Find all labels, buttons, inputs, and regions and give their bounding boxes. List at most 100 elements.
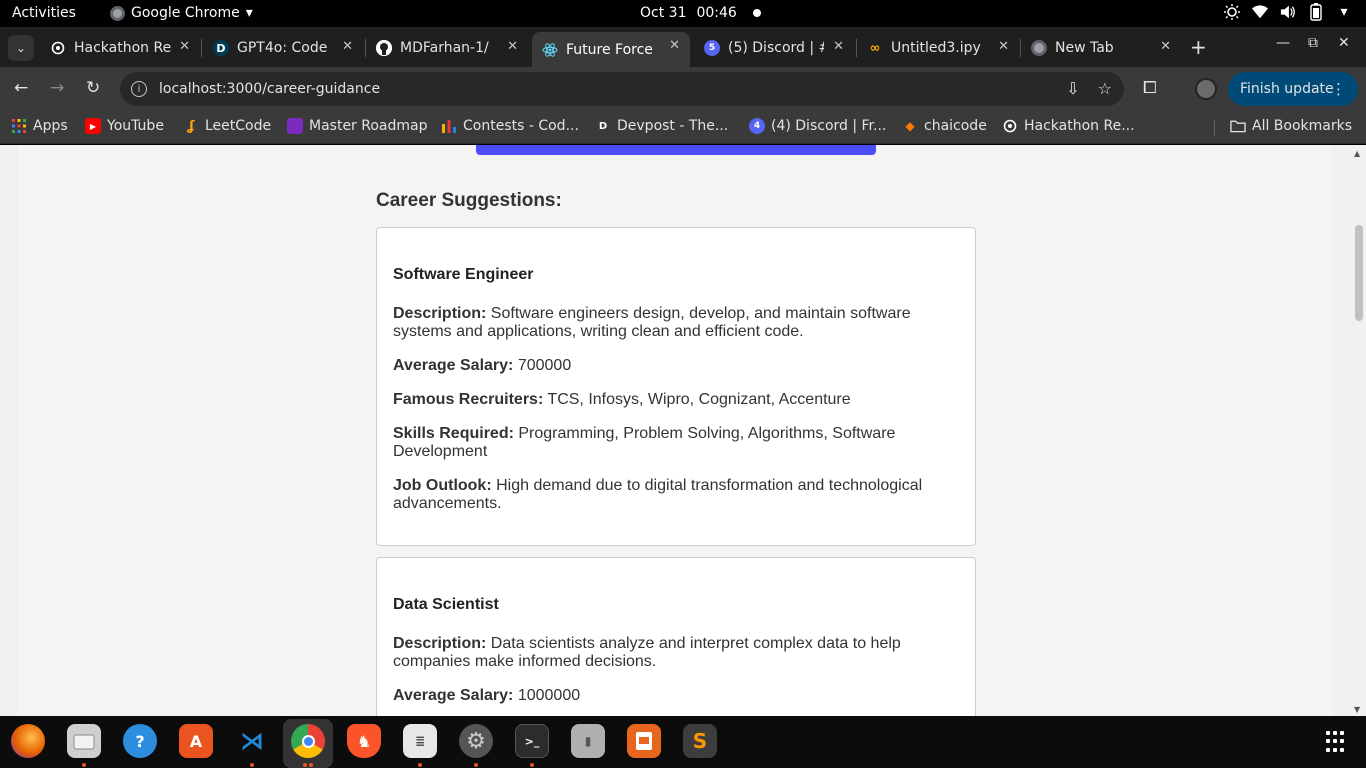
colab-icon: ∞ (869, 40, 881, 56)
reload-button[interactable]: ↻ (86, 78, 100, 98)
battery-icon (1308, 3, 1324, 21)
bookmark-contests[interactable]: Contests - Cod... (441, 118, 579, 134)
bookmark-label: Devpost - The... (617, 118, 729, 134)
activities-button[interactable]: Activities (12, 5, 76, 21)
career-card: Software Engineer Description: Software … (376, 227, 976, 546)
tab-gpt4o[interactable]: D GPT4o: Code ✕ (203, 33, 363, 63)
running-indicator (303, 763, 307, 767)
bookmark-youtube[interactable]: ▶ YouTube (85, 118, 164, 134)
openai-icon (50, 40, 66, 56)
scroll-down-icon[interactable]: ▼ (1354, 705, 1360, 714)
bookmark-discord[interactable]: 4 (4) Discord | Fr... (749, 118, 886, 134)
field-label: Skills Required: (393, 425, 514, 442)
scroll-up-icon[interactable]: ▲ (1354, 149, 1360, 158)
files-icon[interactable] (67, 724, 101, 758)
field-label: Description: (393, 635, 487, 652)
chaicode-icon: ◆ (905, 119, 915, 133)
settings-icon[interactable]: ⚙ (459, 724, 493, 758)
bookmark-devpost[interactable]: D Devpost - The... (595, 118, 728, 134)
bookmark-all-bookmarks[interactable]: All Bookmarks (1230, 118, 1352, 134)
extensions-icon[interactable]: ⧠ (1143, 78, 1157, 98)
close-icon[interactable]: ✕ (998, 39, 1009, 54)
close-icon[interactable]: ✕ (833, 39, 844, 54)
bookmark-hackathon[interactable]: Hackathon Re... (1002, 118, 1135, 134)
tab-discord[interactable]: 5 (5) Discord | # ✕ (694, 33, 854, 63)
show-apps-icon[interactable] (1326, 731, 1348, 753)
window-close-button[interactable]: ✕ (1338, 35, 1350, 51)
career-title: Data Scientist (393, 596, 499, 613)
profile-avatar[interactable] (1195, 78, 1217, 100)
career-recruiters: Famous Recruiters: TCS, Infosys, Wipro, … (393, 391, 959, 409)
sublime-icon[interactable]: S (683, 724, 717, 758)
bookmark-chaicode[interactable]: ◆ chaicode (902, 118, 986, 134)
submit-button[interactable] (476, 145, 876, 155)
help-icon[interactable]: ? (123, 724, 157, 758)
address-bar[interactable]: i localhost:3000/career-guidance ⇩ ☆ (120, 72, 1124, 106)
tab-new-tab[interactable]: New Tab ✕ (1021, 33, 1181, 63)
career-outlook: Job Outlook: High demand due to digital … (393, 477, 959, 513)
firefox-icon[interactable] (11, 724, 45, 758)
finish-update-button[interactable]: Finish update ⋮ (1228, 72, 1358, 106)
bookmark-label: All Bookmarks (1252, 118, 1353, 134)
tab-strip: ⌄ Hackathon Re ✕ D GPT4o: Code ✕ MDFarha… (0, 27, 1366, 67)
browser-toolbar: ← → ↻ i localhost:3000/career-guidance ⇩… (0, 67, 1366, 111)
bookmark-master-roadmap[interactable]: Master Roadmap (287, 118, 428, 134)
field-value: 700000 (517, 357, 572, 374)
bookmark-leetcode[interactable]: ʆ LeetCode (183, 118, 271, 134)
career-salary: Average Salary: 700000 (393, 357, 959, 375)
install-app-icon[interactable]: ⇩ (1066, 79, 1079, 98)
github-icon (376, 40, 392, 56)
running-indicator (309, 763, 313, 767)
restore-button[interactable]: ⧉ (1308, 35, 1318, 51)
field-label: Famous Recruiters: (393, 391, 544, 408)
more-menu-icon[interactable]: ⋮ (1331, 80, 1346, 98)
minimize-button[interactable]: — (1276, 35, 1290, 51)
tab-hackathon[interactable]: Hackathon Re ✕ (40, 33, 200, 63)
tab-search-button[interactable]: ⌄ (8, 35, 34, 61)
back-button[interactable]: ← (14, 78, 28, 98)
youtube-icon: ▶ (85, 118, 101, 134)
close-icon[interactable]: ✕ (179, 39, 190, 54)
close-icon[interactable]: ✕ (342, 39, 353, 54)
career-skills: Skills Required: Programming, Problem So… (393, 425, 959, 461)
brave-icon[interactable]: ♞ (347, 724, 381, 758)
vscode-icon[interactable]: ⋊ (235, 724, 269, 758)
terminal-icon[interactable]: >_ (515, 724, 549, 758)
chrome-icon[interactable] (291, 724, 325, 758)
system-tray[interactable]: ▾ (1224, 3, 1352, 21)
devpost-icon: D (598, 120, 608, 132)
scrollbar-thumb[interactable] (1355, 225, 1363, 321)
forward-button[interactable]: → (50, 78, 64, 98)
bookmark-star-icon[interactable]: ☆ (1098, 79, 1112, 98)
close-icon[interactable]: ✕ (1160, 39, 1171, 54)
app-menu[interactable]: Google Chrome ▾ (110, 5, 253, 21)
vertical-scrollbar[interactable]: ▲ ▼ (1351, 145, 1366, 716)
site-info-icon[interactable]: i (131, 81, 147, 97)
bookmark-label: Hackathon Re... (1024, 118, 1135, 134)
discord-icon: 4 (749, 118, 765, 134)
tab-title: MDFarhan-1/ (400, 40, 489, 56)
new-tab-button[interactable]: + (1190, 35, 1207, 59)
clock[interactable]: Oct 31 00:46 (640, 5, 761, 21)
page-container: Career Suggestions: Software Engineer De… (18, 145, 1333, 716)
tab-future-force[interactable]: Future Force ✕ (532, 32, 690, 67)
running-indicator (474, 763, 478, 767)
field-label: Average Salary: (393, 687, 514, 704)
impress-icon[interactable] (627, 724, 661, 758)
running-indicator (82, 763, 86, 767)
close-icon[interactable]: ✕ (669, 38, 680, 53)
close-icon[interactable]: ✕ (507, 39, 518, 54)
bookmark-label: Apps (33, 118, 68, 134)
archive-icon[interactable]: ▮ (571, 724, 605, 758)
bookmarks-bar: Apps ▶ YouTube ʆ LeetCode Master Roadmap… (0, 111, 1366, 144)
bookmark-label: Contests - Cod... (463, 118, 579, 134)
clock-date: Oct 31 (640, 5, 687, 21)
tab-colab[interactable]: ∞ Untitled3.ipy ✕ (857, 33, 1019, 63)
tab-github[interactable]: MDFarhan-1/ ✕ (366, 33, 528, 63)
text-editor-icon[interactable]: ≣ (403, 724, 437, 758)
tab-title: (5) Discord | # (728, 40, 824, 56)
url-text[interactable]: localhost:3000/career-guidance (159, 81, 380, 97)
bookmark-apps[interactable]: Apps (11, 118, 68, 134)
app-center-icon[interactable]: A (179, 724, 213, 758)
wifi-icon (1252, 4, 1268, 20)
